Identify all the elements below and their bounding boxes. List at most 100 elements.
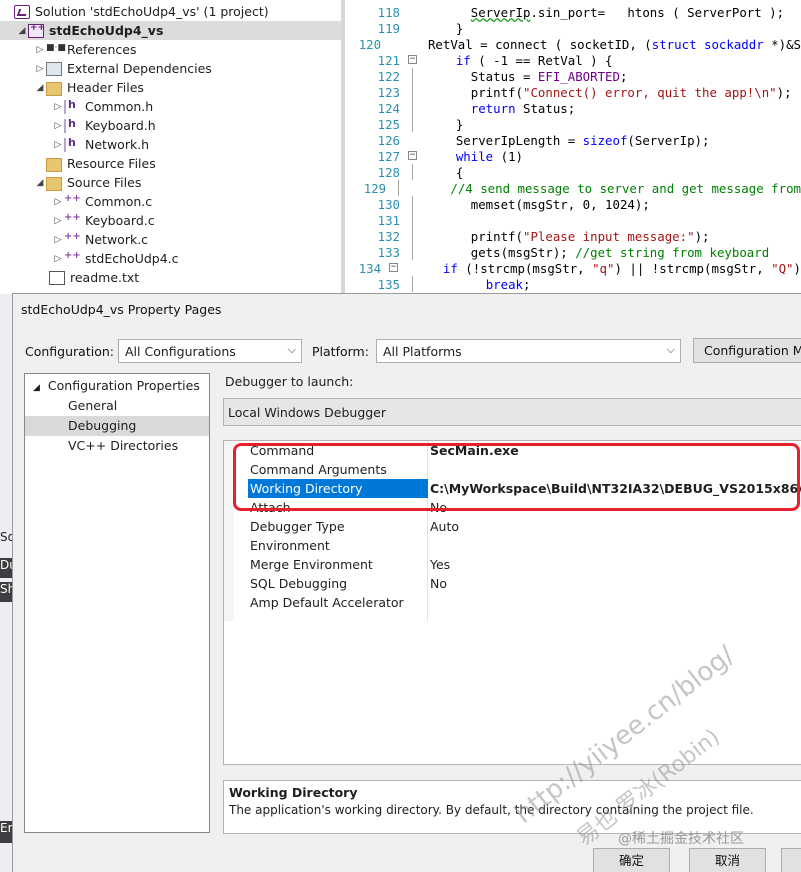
solution-item-label: Keyboard.h [85, 118, 156, 133]
code-line[interactable]: 129 //4 send message to server and get m… [345, 180, 801, 196]
code-line[interactable]: 123 printf("Connect() error, quit the ap… [345, 84, 801, 100]
category-item[interactable]: Debugging [25, 416, 209, 436]
expand-arrow-icon[interactable]: ▷ [52, 140, 64, 150]
solution-item[interactable]: ◢ Source Files [0, 173, 341, 192]
property-name: Environment [250, 538, 330, 553]
line-number: 125 [377, 116, 400, 132]
code-editor[interactable]: 118 ServerIp.sin_port= htons ( ServerPor… [345, 0, 801, 294]
expand-arrow-icon[interactable]: ▷ [34, 64, 46, 74]
solution-item-label: Header Files [67, 80, 144, 95]
configuration-manager-button[interactable]: Configuration Ma [693, 338, 801, 363]
category-item[interactable]: VC++ Directories [25, 436, 209, 456]
collapse-region-icon[interactable]: − [408, 151, 417, 160]
category-label: VC++ Directories [68, 438, 179, 453]
code-line[interactable]: 118 ServerIp.sin_port= htons ( ServerPor… [345, 4, 801, 20]
collapse-arrow-icon[interactable]: ◢ [34, 83, 46, 93]
platform-select[interactable]: All Platforms ⌵ [376, 339, 681, 363]
code-text: gets(msgStr); //get string from keyboard [426, 244, 770, 260]
solution-item[interactable]: ▷ References [0, 40, 341, 59]
solution-item-label: Solution 'stdEchoUdp4_vs' (1 project) [35, 4, 269, 19]
expand-arrow-icon[interactable]: ▷ [52, 254, 64, 264]
code-text: ServerIpLength = sizeof(ServerIp); [426, 132, 710, 148]
collapse-region-icon[interactable]: − [408, 55, 417, 64]
solution-item[interactable]: readme.txt [0, 268, 341, 287]
red-highlight-box [233, 443, 800, 511]
code-line[interactable]: 134− if (!strcmp(msgStr, "q") || !strcmp… [345, 260, 801, 276]
solution-item[interactable]: ▷ Common.h [0, 97, 341, 116]
expand-arrow-icon[interactable]: ▷ [52, 216, 64, 226]
line-number: 118 [377, 4, 400, 20]
code-line[interactable]: 132 printf("Please input message:"); [345, 228, 801, 244]
property-name: Merge Environment [250, 557, 373, 572]
solution-item[interactable]: ◢ stdEchoUdp4_vs [0, 21, 341, 40]
category-item[interactable]: General [25, 396, 209, 416]
c-file-icon [64, 193, 81, 209]
solution-item[interactable]: Solution 'stdEchoUdp4_vs' (1 project) [0, 2, 341, 21]
code-text: break; [485, 276, 531, 292]
property-name: Amp Default Accelerator [250, 595, 404, 610]
property-value[interactable]: No [430, 574, 447, 593]
property-row[interactable]: Environment [224, 536, 801, 555]
property-row[interactable]: Amp Default Accelerator [224, 593, 801, 612]
solution-item[interactable]: ▷ Network.h [0, 135, 341, 154]
code-line[interactable]: 135 break; [345, 276, 801, 292]
debugger-select-value: Local Windows Debugger [228, 405, 387, 420]
property-row[interactable]: SQL Debugging No [224, 574, 801, 593]
code-line[interactable]: 131 [345, 212, 801, 228]
expand-arrow-icon[interactable]: ▷ [52, 121, 64, 131]
solution-item[interactable]: ▷ Keyboard.h [0, 116, 341, 135]
debugger-select[interactable]: Local Windows Debugger [223, 398, 801, 426]
solution-item[interactable]: ▷ External Dependencies [0, 59, 341, 78]
category-item[interactable]: ◢ Configuration Properties [25, 376, 209, 396]
fold-gutter [386, 180, 405, 196]
solution-item[interactable]: ◢ Header Files [0, 78, 341, 97]
expand-arrow-icon[interactable]: ▷ [34, 45, 46, 55]
solution-item-label: References [67, 42, 137, 57]
screen: Solution 'stdEchoUdp4_vs' (1 project) ◢st… [0, 0, 801, 872]
solution-item[interactable]: ▷ Network.c [0, 230, 341, 249]
fold-guide-line [412, 244, 413, 260]
header-file-icon [64, 117, 80, 133]
collapse-arrow-icon[interactable]: ◢ [34, 178, 46, 188]
ok-button[interactable]: 确定 [593, 848, 670, 872]
line-number: 119 [377, 20, 400, 36]
expand-arrow-icon[interactable]: ▷ [52, 102, 64, 112]
code-line[interactable]: 125 } [345, 116, 801, 132]
solution-item[interactable]: ▷ Common.c [0, 192, 341, 211]
fold-gutter [381, 36, 398, 52]
code-line[interactable]: 124 return Status; [345, 100, 801, 116]
configuration-label: Configuration: [25, 344, 114, 359]
code-line[interactable]: 133 gets(msgStr); //get string from keyb… [345, 244, 801, 260]
solution-item-label: Common.c [85, 194, 153, 209]
code-line[interactable]: 128 { [345, 164, 801, 180]
code-line[interactable]: 127− while (1) [345, 148, 801, 164]
cancel-button[interactable]: 取消 [689, 848, 766, 872]
code-line[interactable]: 119 } [345, 20, 801, 36]
property-value[interactable]: Yes [430, 555, 450, 574]
expand-arrow-icon[interactable]: ▷ [52, 235, 64, 245]
property-value[interactable]: Auto [430, 517, 459, 536]
chevron-down-icon: ⌵ [287, 343, 296, 356]
collapse-region-icon[interactable]: − [389, 263, 399, 272]
collapse-arrow-icon[interactable]: ◢ [33, 383, 40, 393]
expand-arrow-icon[interactable]: ▷ [52, 197, 64, 207]
configuration-select[interactable]: All Configurations ⌵ [118, 339, 302, 363]
fold-guide-line [412, 68, 413, 84]
code-line[interactable]: 120 RetVal = connect ( socketID, (struct… [345, 36, 801, 52]
collapse-arrow-icon[interactable]: ◢ [16, 26, 28, 36]
fold-gutter [400, 228, 426, 244]
property-row[interactable]: Merge Environment Yes [224, 555, 801, 574]
code-line[interactable]: 126 ServerIpLength = sizeof(ServerIp); [345, 132, 801, 148]
solution-item[interactable]: ▷ stdEchoUdp4.c [0, 249, 341, 268]
code-line[interactable]: 121− if ( -1 == RetVal ) { [345, 52, 801, 68]
fold-gutter [400, 116, 426, 132]
fold-guide-line [412, 196, 413, 212]
solution-item-label: Keyboard.c [85, 213, 155, 228]
code-line[interactable]: 122 Status = EFI_ABORTED; [345, 68, 801, 84]
code-line[interactable]: 130 memset(msgStr, 0, 1024); [345, 196, 801, 212]
apply-button[interactable] [781, 848, 801, 872]
solution-item[interactable]: ▷ Keyboard.c [0, 211, 341, 230]
property-row[interactable]: Debugger Type Auto [224, 517, 801, 536]
configuration-select-value: All Configurations [125, 344, 236, 359]
solution-item[interactable]: Resource Files [0, 154, 341, 173]
